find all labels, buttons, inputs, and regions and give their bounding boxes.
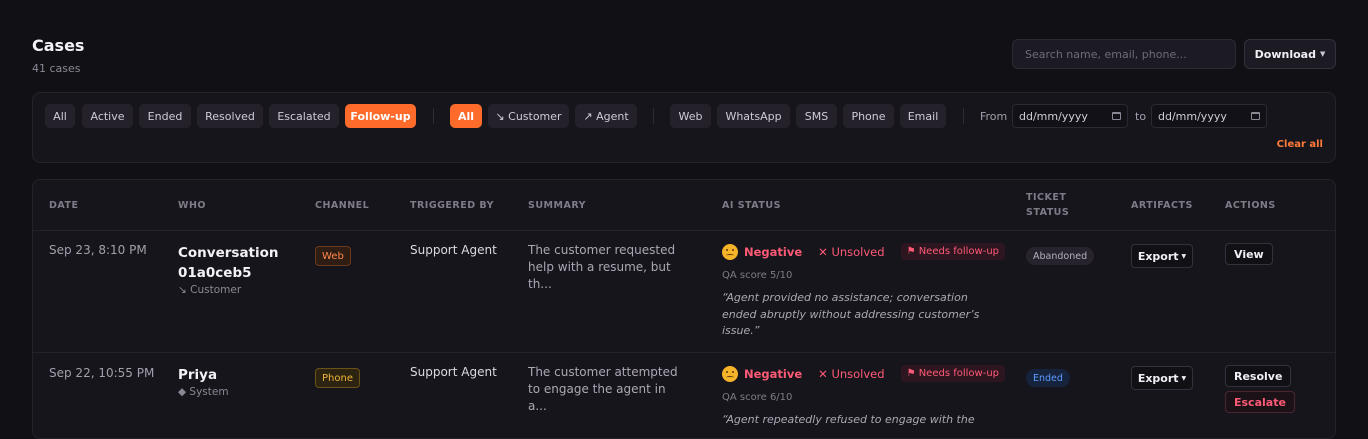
ai-quote: “Agent repeatedly refused to engage with…	[722, 413, 975, 426]
filter-panel: All Active Ended Resolved Escalated Foll…	[32, 92, 1336, 163]
filter-status-ended[interactable]: Ended	[139, 104, 191, 128]
to-date-value: dd/mm/yyyy	[1158, 109, 1227, 123]
filter-divider	[653, 108, 654, 124]
clear-all-link[interactable]: Clear all	[1277, 139, 1323, 150]
download-label: Download	[1254, 47, 1316, 61]
search-input[interactable]	[1012, 39, 1236, 69]
triggered-by: Support Agent	[410, 365, 497, 379]
escalate-button[interactable]: Escalate	[1225, 391, 1295, 413]
column-header-who: WHO	[178, 200, 207, 211]
export-label: Export	[1137, 249, 1179, 263]
column-header-ticket-status: TICKET STATUS	[1026, 190, 1069, 220]
filter-direction-all[interactable]: All	[450, 104, 482, 128]
who-name: Priya	[178, 367, 218, 383]
qa-score: QA score 5/10	[722, 270, 793, 281]
ticket-status-badge: Abandoned	[1026, 247, 1095, 265]
triggered-by: Support Agent	[410, 243, 497, 257]
sentiment-label: Negative	[744, 244, 803, 259]
from-date-input[interactable]: dd/mm/yyyy	[1012, 104, 1128, 128]
row-divider	[33, 352, 1335, 353]
summary-text: The customer attempted to engage the age…	[528, 365, 678, 413]
who-id: 01a0ceb5	[178, 265, 252, 281]
filter-status-follow-up[interactable]: Follow-up	[345, 104, 416, 128]
filter-status-active[interactable]: Active	[82, 104, 133, 128]
download-button[interactable]: Download ▼	[1244, 39, 1336, 69]
to-label: to	[1135, 110, 1147, 123]
chevron-down-icon: ▼	[1181, 374, 1187, 382]
column-header-ticket-status-line2: STATUS	[1026, 207, 1070, 218]
filter-channel-phone[interactable]: Phone	[843, 104, 894, 128]
row-date: Sep 23, 8:10 PM	[49, 243, 147, 257]
resolution-label: ✕ Unsolved	[818, 366, 885, 381]
filter-channel-web[interactable]: Web	[670, 104, 711, 128]
sad-face-icon	[722, 243, 738, 260]
sentiment-label: Negative	[744, 366, 803, 381]
row-date: Sep 22, 10:55 PM	[49, 366, 155, 380]
case-count: 41 cases	[32, 62, 81, 75]
row-divider	[33, 230, 1335, 231]
from-date-value: dd/mm/yyyy	[1019, 109, 1088, 123]
row-who: Priya ◆ System	[178, 365, 229, 398]
from-label: From	[980, 110, 1008, 123]
calendar-icon[interactable]	[1112, 112, 1121, 120]
filter-direction-customer[interactable]: ↘ Customer	[488, 104, 569, 128]
column-header-ai-status: AI STATUS	[722, 200, 781, 211]
export-button[interactable]: Export ▼	[1131, 366, 1193, 390]
resolution-label: ✕ Unsolved	[818, 244, 885, 259]
ai-status: Negative ✕ Unsolved ⚑ Needs follow-up	[722, 243, 1006, 260]
sad-face-icon	[722, 365, 738, 382]
channel-badge: Phone	[315, 368, 360, 388]
filter-direction-agent[interactable]: ↗ Agent	[575, 104, 637, 128]
channel-badge: Web	[315, 246, 351, 266]
filter-channel-sms[interactable]: SMS	[796, 104, 837, 128]
export-label: Export	[1137, 371, 1179, 385]
filter-status-escalated[interactable]: Escalated	[269, 104, 339, 128]
chevron-down-icon: ▼	[1181, 252, 1187, 260]
column-header-ticket-status-line1: TICKET	[1026, 192, 1067, 203]
filter-status-resolved[interactable]: Resolved	[197, 104, 263, 128]
filter-channel-whatsapp[interactable]: WhatsApp	[717, 104, 790, 128]
view-button[interactable]: View	[1225, 243, 1273, 265]
chevron-down-icon: ▼	[1319, 50, 1326, 58]
follow-up-badge: ⚑ Needs follow-up	[900, 365, 1006, 382]
summary-text: The customer requested help with a resum…	[528, 243, 676, 291]
column-header-artifacts: ARTIFACTS	[1131, 200, 1193, 211]
to-date-input[interactable]: dd/mm/yyyy	[1151, 104, 1267, 128]
column-header-triggered-by: TRIGGERED BY	[410, 200, 495, 211]
filter-divider	[963, 108, 964, 124]
row-who: Conversation 01a0ceb5 ↘ Customer	[178, 243, 279, 296]
filter-divider	[433, 108, 434, 124]
resolve-button[interactable]: Resolve	[1225, 365, 1292, 387]
who-name: Conversation	[178, 245, 279, 261]
ai-status: Negative ✕ Unsolved ⚑ Needs follow-up	[722, 365, 1006, 382]
qa-score: QA score 6/10	[722, 392, 793, 403]
ai-quote: “Agent provided no assistance; conversat…	[722, 291, 980, 337]
who-direction: ◆ System	[178, 386, 229, 398]
column-header-channel: CHANNEL	[315, 200, 370, 211]
filter-status-all[interactable]: All	[45, 104, 75, 128]
who-direction: ↘ Customer	[178, 284, 242, 296]
cases-table: DATE WHO CHANNEL TRIGGERED BY SUMMARY AI…	[32, 179, 1336, 439]
column-header-summary: SUMMARY	[528, 200, 586, 211]
calendar-icon[interactable]	[1251, 112, 1260, 120]
ticket-status-badge: Ended	[1026, 369, 1070, 387]
column-header-date: DATE	[49, 200, 79, 211]
page-title: Cases	[32, 36, 85, 55]
export-button[interactable]: Export ▼	[1131, 244, 1193, 268]
follow-up-badge: ⚑ Needs follow-up	[900, 243, 1006, 260]
filter-channel-email[interactable]: Email	[900, 104, 946, 128]
column-header-actions: ACTIONS	[1225, 200, 1276, 211]
